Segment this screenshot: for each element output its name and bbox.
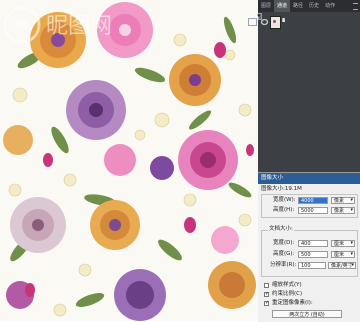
resolution-unit-select[interactable]: 像素/英寸	[328, 262, 356, 269]
tab-channels[interactable]: 通道	[274, 0, 291, 12]
watermark-logo: 昵图网	[3, 6, 112, 44]
dialog-title: 图像大小	[258, 173, 360, 184]
scale-styles-label: 缩放样式(Y)	[272, 282, 302, 288]
doc-width-label: 宽度(D):	[273, 240, 295, 246]
document-canvas[interactable]: 昵图网	[0, 0, 258, 321]
resample-label: 重定图像像素(I):	[272, 300, 313, 306]
pixel-height-unit-select[interactable]: 像素	[331, 207, 355, 214]
tab-actions[interactable]: 动作	[322, 0, 338, 12]
layer-effect-icon	[248, 18, 257, 26]
scale-styles-checkbox[interactable]	[264, 283, 269, 288]
option-scale-styles[interactable]: 缩放样式(Y)	[258, 281, 360, 290]
doc-size-title-row: 文档大小:	[258, 225, 360, 234]
panel-tabs: 图层 通道 路径 历史 动作	[258, 0, 360, 12]
constrain-proportions-checkbox[interactable]	[264, 290, 269, 299]
eye-icon[interactable]	[261, 19, 268, 25]
doc-size-title: 文档大小:	[268, 225, 294, 234]
image-size-row: 图像大小:19.1M	[258, 185, 360, 194]
doc-width-row: 宽度(D): 400 厘米	[258, 239, 360, 248]
doc-height-input[interactable]: 500	[298, 251, 328, 258]
resolution-input[interactable]: 100	[298, 262, 326, 269]
pixel-width-row: 宽度(W): 4000 像素	[258, 196, 360, 205]
option-resample[interactable]: 重定图像像素(I):	[258, 299, 360, 308]
doc-height-row: 高度(G): 500 厘米	[258, 250, 360, 259]
tab-layers[interactable]: 图层	[258, 0, 274, 12]
layer-row[interactable]: 5	[248, 13, 285, 29]
doc-height-unit-select[interactable]: 厘米	[331, 251, 355, 258]
resample-method-select[interactable]: 两次立方 (自动)	[272, 310, 342, 318]
resolution-label: 分辨率(R):	[270, 262, 297, 268]
doc-width-unit-select[interactable]: 厘米	[331, 240, 355, 247]
pixel-width-input[interactable]: 4000	[298, 197, 328, 204]
pixel-width-label: 宽度(W):	[273, 197, 296, 203]
panel-menu-icon[interactable]	[353, 3, 358, 10]
pixel-height-input[interactable]: 5000	[298, 207, 328, 214]
image-size-label: 图像大小:19.1M	[261, 186, 302, 192]
constrain-proportions-label: 约束比例(C)	[272, 291, 303, 297]
pixel-height-row: 高度(H): 5000 像素	[258, 206, 360, 215]
tab-paths[interactable]: 路径	[290, 0, 306, 12]
tab-history[interactable]: 历史	[306, 0, 322, 12]
pixel-width-unit-select[interactable]: 像素	[331, 197, 355, 204]
watermark-text: 昵图网	[46, 14, 112, 39]
pixel-height-label: 高度(H):	[273, 207, 295, 213]
doc-height-label: 高度(G):	[273, 251, 295, 257]
layer-name: 5	[282, 18, 286, 24]
resample-checkbox[interactable]	[264, 299, 269, 308]
resolution-row: 分辨率(R): 100 像素/英寸	[258, 261, 360, 270]
image-size-dialog: 图像大小 图像大小:19.1M 宽度(W): 4000 像素 高度(H): 50…	[258, 172, 360, 322]
layer-thumbnail	[270, 16, 281, 29]
option-constrain[interactable]: 约束比例(C)	[258, 290, 360, 299]
doc-width-input[interactable]: 400	[298, 240, 328, 247]
